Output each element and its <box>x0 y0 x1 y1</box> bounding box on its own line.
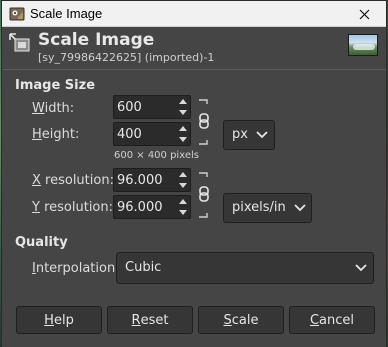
scale-image-dialog: Scale Image Scale Image [sy_79986422625]… <box>1 0 387 347</box>
increment-icon[interactable] <box>179 172 187 177</box>
height-spinbutton[interactable] <box>113 122 191 146</box>
interpolation-value: Cubic <box>125 260 162 275</box>
height-spin-arrows[interactable] <box>177 124 189 144</box>
image-thumbnail <box>348 34 378 56</box>
decrement-icon[interactable] <box>179 183 187 188</box>
decrement-icon[interactable] <box>179 137 187 142</box>
dialog-title: Scale Image <box>38 30 155 50</box>
height-label: Height: <box>32 127 80 142</box>
size-unit-select[interactable]: px <box>223 120 275 150</box>
close-button[interactable] <box>342 1 386 27</box>
y-resolution-spinbutton[interactable] <box>113 195 191 219</box>
y-resolution-input[interactable] <box>114 196 176 218</box>
width-spinbutton[interactable] <box>113 95 191 119</box>
y-resolution-label: Y resolution: <box>32 200 114 215</box>
width-label: Width: <box>32 101 75 116</box>
x-resolution-input[interactable] <box>114 169 176 191</box>
interpolation-select[interactable]: Cubic <box>116 252 374 284</box>
quality-heading: Quality <box>15 235 68 250</box>
title-bar[interactable]: Scale Image <box>2 1 386 27</box>
chevron-down-icon <box>355 264 367 272</box>
width-input[interactable] <box>114 96 176 118</box>
image-name: [sy_79986422625] (imported)-1 <box>38 51 215 64</box>
increment-icon[interactable] <box>179 99 187 104</box>
resolution-unit-select[interactable]: pixels/in <box>223 193 312 223</box>
chain-link-resolution-icon[interactable] <box>197 172 211 218</box>
chain-link-size-icon[interactable] <box>197 99 211 145</box>
y-resolution-spin-arrows[interactable] <box>177 197 189 217</box>
decrement-icon[interactable] <box>179 110 187 115</box>
x-resolution-label: X resolution: <box>32 173 114 188</box>
interpolation-label: Interpolation: <box>32 261 120 276</box>
increment-icon[interactable] <box>179 199 187 204</box>
window-title: Scale Image <box>30 6 103 21</box>
increment-icon[interactable] <box>179 126 187 131</box>
help-button[interactable]: Help <box>16 306 102 334</box>
x-resolution-spin-arrows[interactable] <box>177 170 189 190</box>
size-unit-value: px <box>232 127 248 142</box>
image-size-heading: Image Size <box>15 78 96 93</box>
chevron-down-icon <box>256 131 268 139</box>
close-icon <box>359 9 369 19</box>
pixel-dimensions-info: 600 × 400 pixels <box>114 150 199 161</box>
dialog-header: Scale Image [sy_79986422625] (imported)-… <box>2 27 386 69</box>
width-spin-arrows[interactable] <box>177 97 189 117</box>
chevron-down-icon <box>294 204 306 212</box>
scale-button[interactable]: Scale <box>198 306 284 334</box>
decrement-icon[interactable] <box>179 210 187 215</box>
resolution-unit-value: pixels/in <box>232 200 286 215</box>
dialog-content: Image Size Width: Height: px <box>2 70 386 347</box>
gimp-app-icon <box>9 7 25 21</box>
reset-button[interactable]: Reset <box>107 306 193 334</box>
scale-image-icon <box>9 33 30 52</box>
cancel-button[interactable]: Cancel <box>289 306 375 334</box>
height-input[interactable] <box>114 123 176 145</box>
x-resolution-spinbutton[interactable] <box>113 168 191 192</box>
